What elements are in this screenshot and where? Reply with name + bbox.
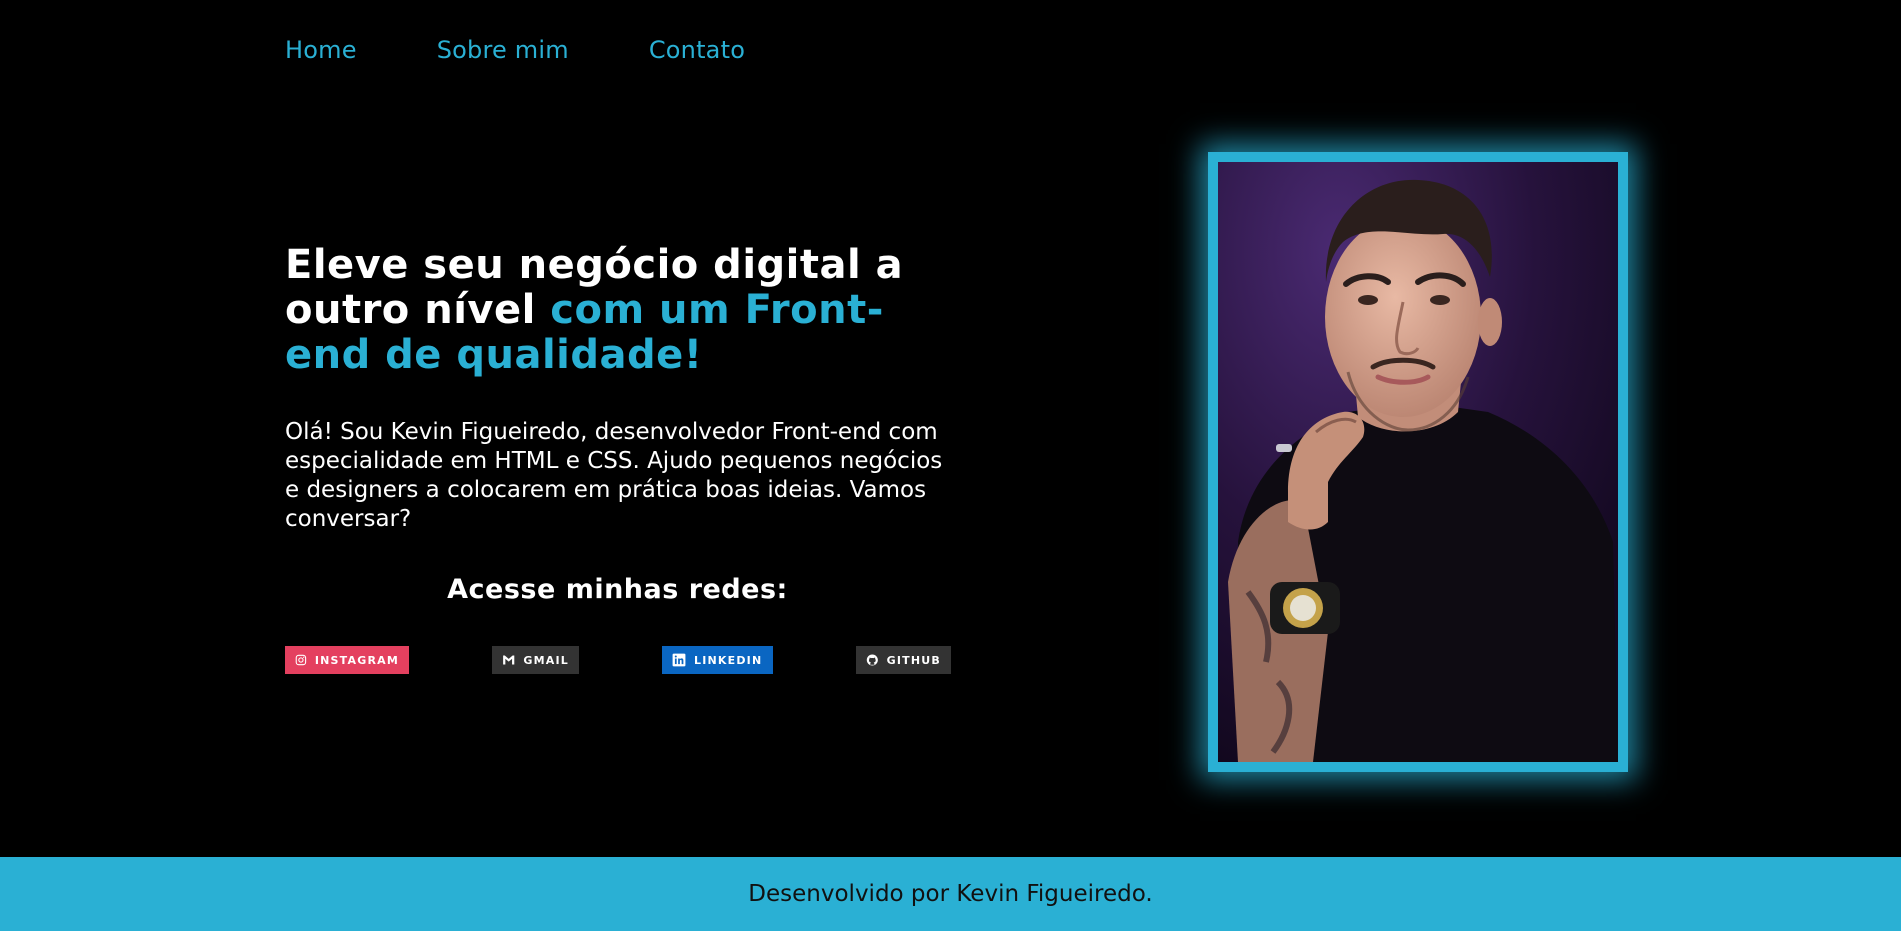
gmail-icon bbox=[503, 655, 515, 665]
nav-contact-link[interactable]: Contato bbox=[649, 36, 745, 64]
social-title: Acesse minhas redes: bbox=[447, 574, 788, 605]
linkedin-icon bbox=[672, 653, 686, 667]
gmail-button[interactable]: GMAIL bbox=[492, 646, 579, 674]
profile-photo bbox=[1218, 162, 1618, 762]
gmail-label: GMAIL bbox=[523, 653, 569, 667]
instagram-label: INSTAGRAM bbox=[314, 653, 399, 667]
page: Home Sobre mim Contato Eleve seu negócio… bbox=[0, 0, 1901, 931]
hero-intro: Olá! Sou Kevin Figueiredo, desenvolvedor… bbox=[285, 419, 943, 532]
footer-credit: Desenvolvido por Kevin Figueiredo. bbox=[748, 881, 1153, 907]
instagram-button[interactable]: INSTAGRAM bbox=[285, 646, 409, 674]
github-label: GITHUB bbox=[886, 653, 941, 667]
nav-about-link[interactable]: Sobre mim bbox=[437, 36, 569, 64]
site-footer: Desenvolvido por Kevin Figueiredo. bbox=[0, 857, 1901, 931]
portrait-illustration bbox=[1218, 162, 1618, 762]
github-icon bbox=[866, 654, 878, 666]
main-nav: Home Sobre mim Contato bbox=[285, 36, 745, 64]
nav-home-link[interactable]: Home bbox=[285, 36, 357, 64]
linkedin-button[interactable]: LINKEDIN bbox=[662, 646, 773, 674]
instagram-icon bbox=[295, 654, 307, 666]
social-badges: INSTAGRAM GMAIL LINKEDIN GITHUB bbox=[285, 646, 951, 674]
hero-headline: Eleve seu negócio digital a outro nível … bbox=[285, 243, 965, 378]
linkedin-label: LINKEDIN bbox=[694, 653, 763, 667]
github-button[interactable]: GITHUB bbox=[856, 646, 951, 674]
